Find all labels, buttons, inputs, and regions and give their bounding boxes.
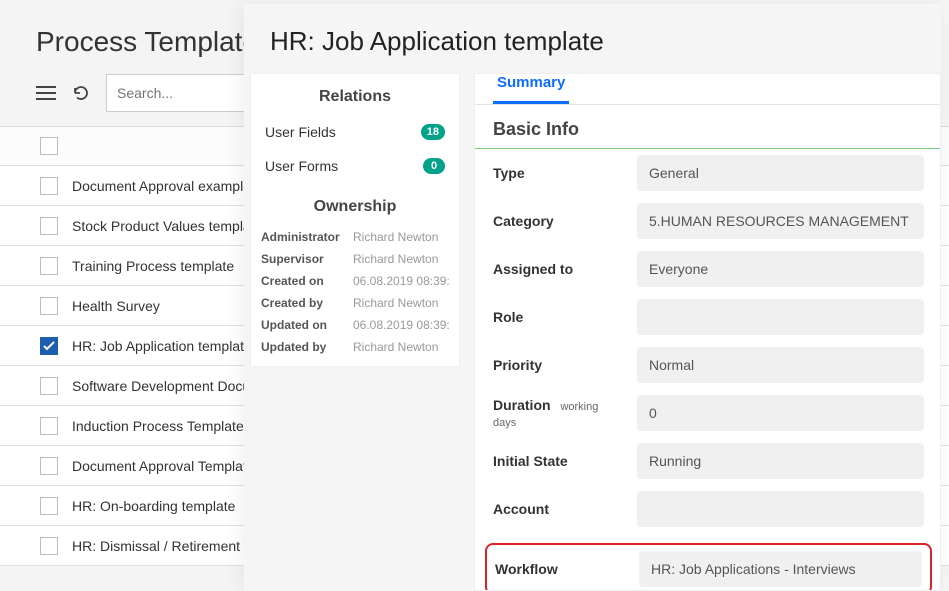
relation-count-badge: 18 <box>421 124 445 140</box>
relation-label: User Fields <box>265 124 336 140</box>
menu-icon[interactable] <box>36 86 56 100</box>
row-label: Training Process template <box>72 258 234 274</box>
row-checkbox[interactable] <box>40 257 58 275</box>
field-value[interactable] <box>637 491 924 527</box>
row-checkbox[interactable] <box>40 417 58 435</box>
field-label: Duration working days <box>493 397 623 429</box>
select-all-checkbox[interactable] <box>40 137 58 155</box>
ownership-label: Updated on <box>261 318 353 332</box>
search-input-wrap <box>106 74 246 112</box>
relation-label: User Forms <box>265 158 338 174</box>
ownership-row: Updated byRichard Newton <box>251 336 459 366</box>
field-value[interactable]: Normal <box>637 347 924 383</box>
row-checkbox[interactable] <box>40 217 58 235</box>
field-priority: Priority Normal <box>493 347 924 383</box>
field-value[interactable]: 0 <box>637 395 924 431</box>
field-role: Role <box>493 299 924 335</box>
field-label: Account <box>493 501 623 517</box>
row-label: Document Approval example <box>72 178 251 194</box>
relations-heading: Relations <box>251 74 459 116</box>
relations-card: Relations User Fields 18 User Forms 0 Ow… <box>250 73 460 367</box>
ownership-row: Created byRichard Newton <box>251 292 459 314</box>
ownership-row: Created on06.08.2019 08:39:16 <box>251 270 459 292</box>
ownership-label: Created by <box>261 296 353 310</box>
ownership-row: Updated on06.08.2019 08:39:16 <box>251 314 459 336</box>
field-value[interactable]: Running <box>637 443 924 479</box>
row-checkbox[interactable] <box>40 537 58 555</box>
row-label: Document Approval Template <box>72 458 255 474</box>
relation-user-forms[interactable]: User Forms 0 <box>251 150 459 184</box>
refresh-icon[interactable] <box>72 84 90 102</box>
ownership-row: SupervisorRichard Newton <box>251 248 459 270</box>
ownership-label: Supervisor <box>261 252 353 266</box>
field-initial-state: Initial State Running <box>493 443 924 479</box>
basic-info-heading: Basic Info <box>475 105 940 149</box>
field-label: Initial State <box>493 453 623 469</box>
ownership-heading: Ownership <box>251 184 459 226</box>
field-value[interactable] <box>637 299 924 335</box>
row-label: Health Survey <box>72 298 160 314</box>
detail-pane: HR: Job Application template Relations U… <box>244 4 941 591</box>
ownership-row: AdministratorRichard Newton <box>251 226 459 248</box>
field-label: Priority <box>493 357 623 373</box>
field-duration: Duration working days 0 <box>493 395 924 431</box>
row-label: Induction Process Template <box>72 418 244 434</box>
field-label: Type <box>493 165 623 181</box>
field-value[interactable]: General <box>637 155 924 191</box>
search-input[interactable] <box>107 85 245 101</box>
ownership-value: 06.08.2019 08:39:16 <box>353 318 449 332</box>
ownership-value: Richard Newton <box>353 296 449 310</box>
ownership-label: Administrator <box>261 230 353 244</box>
row-label: HR: Job Application template <box>72 338 252 354</box>
row-checkbox[interactable] <box>40 457 58 475</box>
field-label: Category <box>493 213 623 229</box>
ownership-value: Richard Newton <box>353 252 449 266</box>
field-assigned-to: Assigned to Everyone <box>493 251 924 287</box>
ownership-value: 06.08.2019 08:39:16 <box>353 274 449 288</box>
ownership-label: Updated by <box>261 340 353 354</box>
field-label: Role <box>493 309 623 325</box>
relation-count-badge: 0 <box>423 158 445 174</box>
relation-user-fields[interactable]: User Fields 18 <box>251 116 459 150</box>
field-value[interactable]: Everyone <box>637 251 924 287</box>
field-label: Assigned to <box>493 261 623 277</box>
row-label: HR: On-boarding template <box>72 498 235 514</box>
ownership-value: Richard Newton <box>353 230 449 244</box>
field-value[interactable]: HR: Job Applications - Interviews <box>639 551 922 587</box>
field-workflow: Workflow HR: Job Applications - Intervie… <box>495 551 922 587</box>
ownership-value: Richard Newton <box>353 340 449 354</box>
tabs: Summary <box>475 74 940 105</box>
tab-summary[interactable]: Summary <box>493 74 569 104</box>
workflow-highlight: Workflow HR: Job Applications - Intervie… <box>485 543 932 591</box>
row-label: Stock Product Values template <box>72 218 262 234</box>
detail-title: HR: Job Application template <box>244 4 941 73</box>
field-account: Account <box>493 491 924 527</box>
row-checkbox[interactable] <box>40 297 58 315</box>
row-checkbox[interactable] <box>40 177 58 195</box>
field-label: Workflow <box>495 561 625 577</box>
field-value[interactable]: 5.HUMAN RESOURCES MANAGEMENT <box>637 203 924 239</box>
summary-panel: Summary Basic Info Type General Category… <box>474 73 941 591</box>
field-type: Type General <box>493 155 924 191</box>
field-category: Category 5.HUMAN RESOURCES MANAGEMENT <box>493 203 924 239</box>
row-checkbox[interactable] <box>40 377 58 395</box>
row-checkbox[interactable] <box>40 497 58 515</box>
row-checkbox[interactable] <box>40 337 58 355</box>
ownership-label: Created on <box>261 274 353 288</box>
